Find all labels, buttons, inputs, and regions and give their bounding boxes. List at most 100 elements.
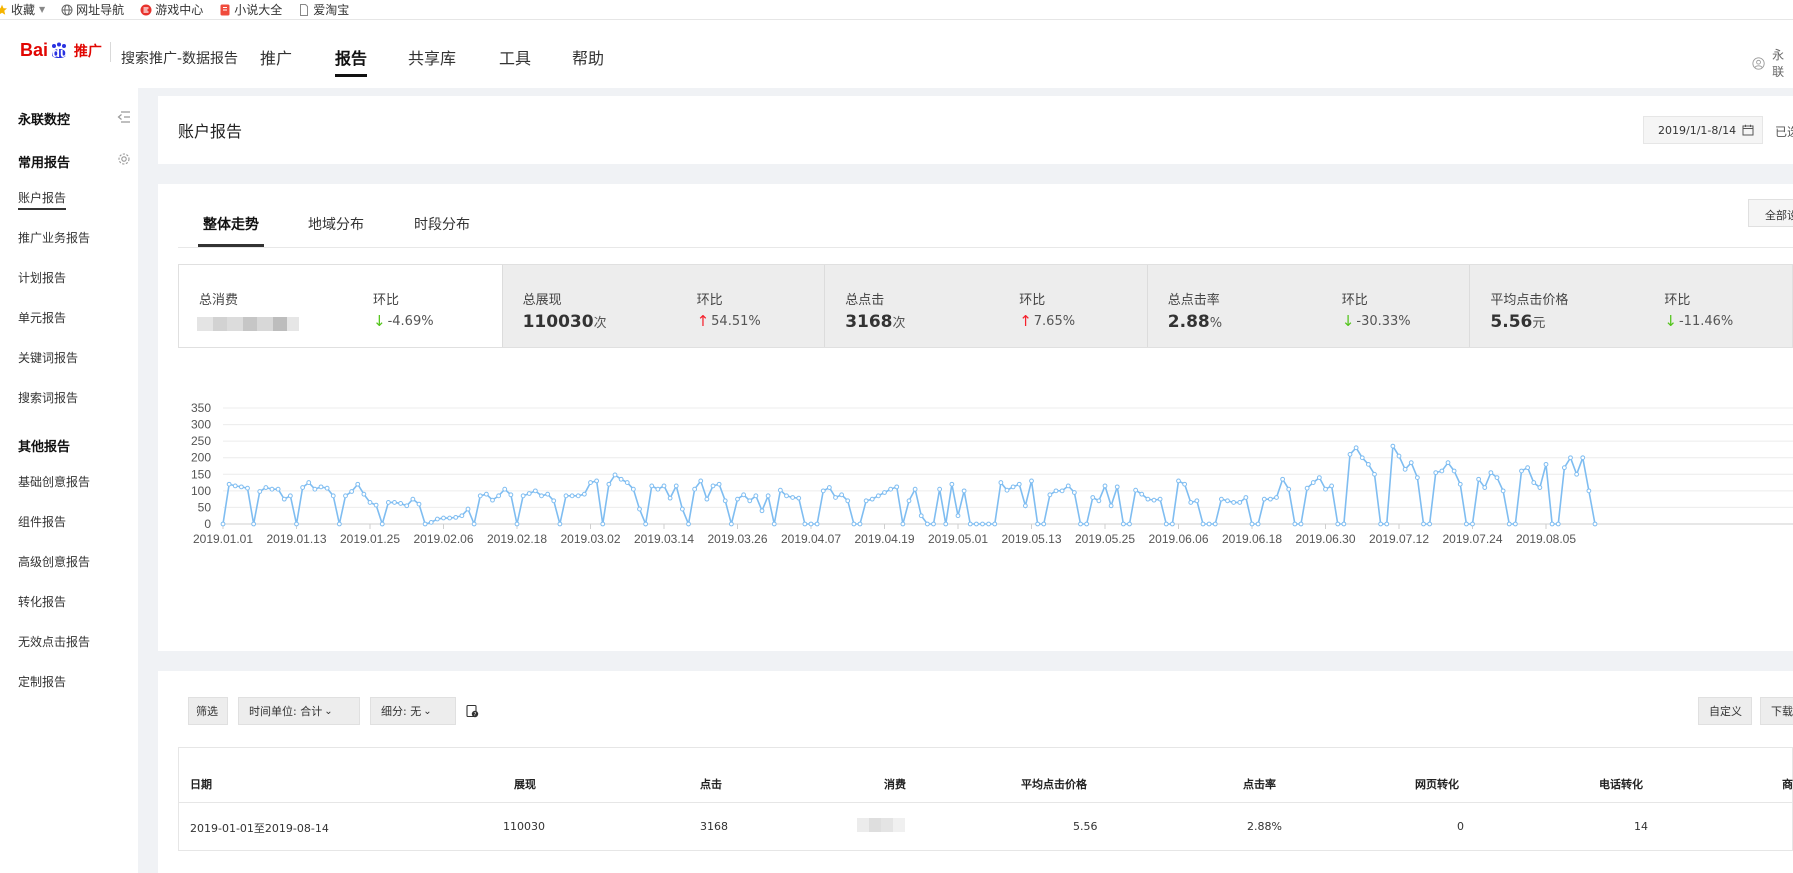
data-point — [361, 491, 367, 497]
sidebar-item-component-report[interactable]: 组件报告 — [18, 513, 66, 530]
user-icon — [1752, 56, 1765, 70]
data-point — [1108, 503, 1114, 509]
data-point — [1053, 488, 1059, 494]
data-point — [545, 491, 551, 497]
nav-shared-library[interactable]: 共享库 — [408, 45, 456, 69]
x-tick-label: 2019.07.12 — [1369, 532, 1429, 546]
data-point — [857, 521, 863, 527]
sidebar-item-search-term-report[interactable]: 搜索词报告 — [18, 389, 78, 406]
sidebar-item-custom-report[interactable]: 定制报告 — [18, 673, 66, 690]
col-header-date[interactable]: 日期 — [190, 776, 212, 792]
data-point — [612, 472, 618, 478]
col-header-web-conversion[interactable]: 网页转化 — [1415, 776, 1459, 792]
metrics-row: 总消费 环比 ↓ -4.69% 总展现 110030次 环比 ↑ 54.51% 总点… — [178, 264, 1793, 348]
x-tick-label: 2019.06.06 — [1148, 532, 1208, 546]
y-tick-label: 250 — [191, 434, 211, 448]
bookmark-nav[interactable]: 网址导航 — [61, 1, 124, 18]
time-unit-select[interactable]: 时间单位: 合计 ⌄ — [238, 697, 360, 725]
col-header-ctr[interactable]: 点击率 — [1243, 776, 1276, 792]
chevron-down-icon: ▼ — [39, 5, 46, 14]
arrow-up-icon: ↑ — [1019, 312, 1032, 330]
metric-card-cost[interactable]: 总消费 环比 ↓ -4.69% — [179, 265, 502, 347]
data-point — [1151, 497, 1157, 503]
col-header-cost[interactable]: 消费 — [884, 776, 906, 792]
data-point — [1243, 495, 1249, 500]
tab-region[interactable]: 地域分布 — [308, 214, 364, 234]
data-point — [1433, 470, 1439, 476]
metric-change: ↓ -11.46% — [1664, 312, 1734, 330]
metric-card-clicks[interactable]: 总点击 3168次 环比 ↑ 7.65% — [824, 265, 1147, 347]
data-point — [1316, 475, 1322, 480]
data-point — [808, 521, 814, 527]
download-button[interactable]: 下载 — [1760, 697, 1793, 725]
bookmark-aitaobao[interactable]: 爱淘宝 — [298, 1, 349, 18]
data-point — [269, 486, 275, 492]
data-point — [1206, 521, 1212, 527]
metric-card-ctr[interactable]: 总点击率 2.88% 环比 ↓ -30.33% — [1146, 265, 1470, 347]
sidebar-item-keyword-report[interactable]: 关键词报告 — [18, 349, 78, 366]
nav-report[interactable]: 报告 — [335, 45, 368, 77]
clipboard-help-icon[interactable]: ? — [465, 704, 479, 718]
col-header-avg-cpc[interactable]: 平均点击价格 — [1021, 776, 1087, 792]
all-settings-button[interactable]: 全部设 — [1748, 199, 1793, 227]
sidebar-item-unit-report[interactable]: 单元报告 — [18, 309, 66, 326]
data-point — [735, 496, 740, 502]
sidebar-item-business-report[interactable]: 推广业务报告 — [18, 229, 90, 246]
data-point — [1022, 503, 1028, 509]
data-point — [1310, 480, 1316, 485]
nav-tools[interactable]: 工具 — [499, 45, 531, 69]
nav-tuiguang[interactable]: 推广 — [260, 45, 292, 69]
data-point — [557, 521, 563, 527]
y-tick-label: 150 — [191, 467, 211, 481]
data-point — [287, 493, 293, 499]
sidebar-item-invalid-click-report[interactable]: 无效点击报告 — [18, 633, 90, 650]
x-tick-label: 2019.05.01 — [928, 532, 988, 546]
data-point — [1169, 521, 1175, 527]
x-tick-label: 2019.05.25 — [1075, 532, 1135, 546]
customize-button[interactable]: 自定义 — [1698, 697, 1752, 725]
sidebar-item-account-report[interactable]: 账户报告 — [18, 189, 67, 210]
data-point — [263, 485, 269, 490]
data-point — [949, 481, 955, 487]
tab-overall-trend[interactable]: 整体走势 — [203, 214, 259, 234]
gear-icon[interactable] — [117, 152, 131, 166]
data-point — [1561, 465, 1567, 471]
col-header-impressions[interactable]: 展现 — [514, 776, 536, 792]
nav-help[interactable]: 帮助 — [572, 45, 604, 69]
sidebar-item-basic-creative-report[interactable]: 基础创意报告 — [18, 473, 90, 490]
data-point — [1365, 461, 1371, 467]
data-point — [869, 496, 875, 502]
col-header-phone-conversion[interactable]: 电话转化 — [1599, 776, 1643, 792]
title-panel — [158, 96, 1793, 164]
cell-avg-cpc: 5.56 — [1073, 820, 1098, 833]
bookmark-favorites[interactable]: 收藏 ▼ — [0, 1, 45, 18]
chevron-down-icon: ⌄ — [324, 705, 333, 717]
data-point — [1457, 481, 1463, 487]
cell-web-conversion: 0 — [1457, 820, 1464, 833]
date-range-picker[interactable]: 2019/1/1-8/14 — [1643, 116, 1763, 144]
data-point — [575, 493, 581, 499]
sidebar-item-advanced-creative-report[interactable]: 高级创意报告 — [18, 553, 90, 570]
data-point — [771, 521, 777, 527]
baidu-tuiguang-logo[interactable]: Bai du 推广 — [20, 40, 102, 61]
col-header-clicks[interactable]: 点击 — [700, 776, 722, 792]
metric-card-impressions[interactable]: 总展现 110030次 环比 ↑ 54.51% — [501, 265, 825, 347]
data-point — [1200, 521, 1206, 527]
filter-button[interactable]: 筛选 — [188, 697, 228, 725]
data-point — [1329, 483, 1335, 489]
user-menu[interactable]: 永联 — [1752, 46, 1793, 80]
x-tick-label: 2019.01.01 — [193, 532, 253, 546]
col-header-truncated[interactable]: 商 — [1782, 776, 1793, 792]
bookmark-novels[interactable]: 小说大全 — [219, 1, 282, 18]
data-point — [1261, 496, 1267, 502]
data-point — [330, 493, 336, 499]
breakdown-select[interactable]: 细分: 无 ⌄ — [370, 697, 456, 725]
data-point — [710, 483, 716, 489]
tab-time-period[interactable]: 时段分布 — [414, 214, 470, 234]
data-point — [1090, 495, 1096, 500]
metric-card-avg-cpc[interactable]: 平均点击价格 5.56元 环比 ↓ -11.46% — [1469, 265, 1793, 347]
sidebar-item-conversion-report[interactable]: 转化报告 — [18, 593, 66, 610]
sidebar-item-plan-report[interactable]: 计划报告 — [18, 269, 66, 286]
bookmark-games[interactable]: 游戏中心 — [140, 1, 203, 18]
collapse-sidebar-icon[interactable] — [117, 111, 131, 123]
